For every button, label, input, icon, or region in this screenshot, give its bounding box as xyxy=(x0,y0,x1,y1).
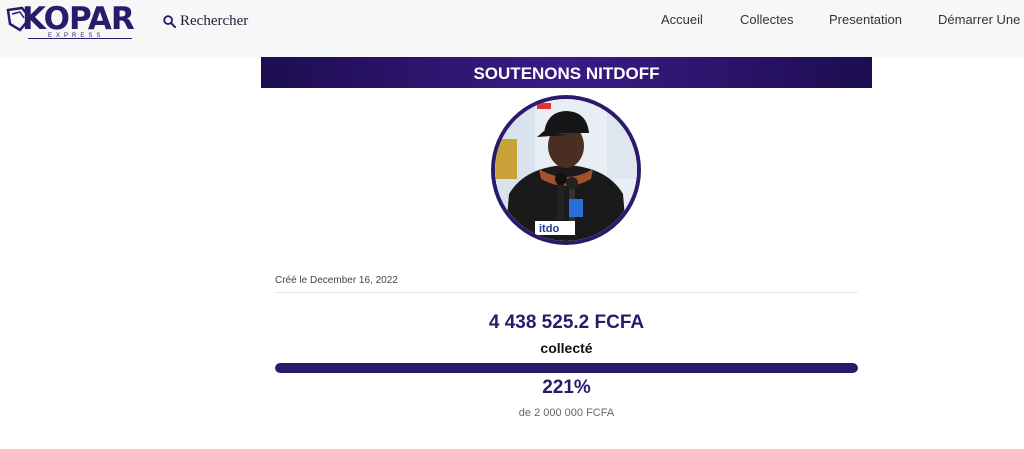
campaign-title: SOUTENONS NITDOFF xyxy=(261,57,872,88)
svg-text:itdo: itdo xyxy=(539,223,559,235)
nav-link-collectes[interactable]: Collectes xyxy=(740,12,793,27)
nav-link-start-campaign[interactable]: Démarrer Une xyxy=(938,12,1020,27)
nav-link-accueil[interactable]: Accueil xyxy=(661,12,703,27)
progress-bar xyxy=(275,363,858,373)
goal-amount: de 2 000 000 FCFA xyxy=(518,407,615,419)
collected-label: collecté xyxy=(540,340,593,356)
nav-link-presentation[interactable]: Presentation xyxy=(829,12,902,27)
top-navbar: KOPAR EXPRESS Rechercher Accueil Collect… xyxy=(0,0,1024,58)
progress-percent: 221% xyxy=(542,377,591,398)
search-label: Rechercher xyxy=(180,12,249,29)
created-date: Créé le December 16, 2022 xyxy=(275,275,398,286)
campaign-photo-illustration: itdo xyxy=(495,99,637,241)
amount-collected: 4 438 525.2 FCFA xyxy=(488,312,645,333)
kopar-logo[interactable]: KOPAR EXPRESS xyxy=(6,1,135,39)
search-icon xyxy=(163,14,176,28)
search-link[interactable]: Rechercher xyxy=(163,11,248,31)
campaign-avatar: itdo xyxy=(491,95,641,245)
campaign-photo: itdo xyxy=(495,99,637,241)
logo-underline xyxy=(28,38,132,39)
divider xyxy=(275,292,858,293)
logo-text: KOPAR xyxy=(22,1,135,37)
progress-bar-fill xyxy=(275,363,858,373)
